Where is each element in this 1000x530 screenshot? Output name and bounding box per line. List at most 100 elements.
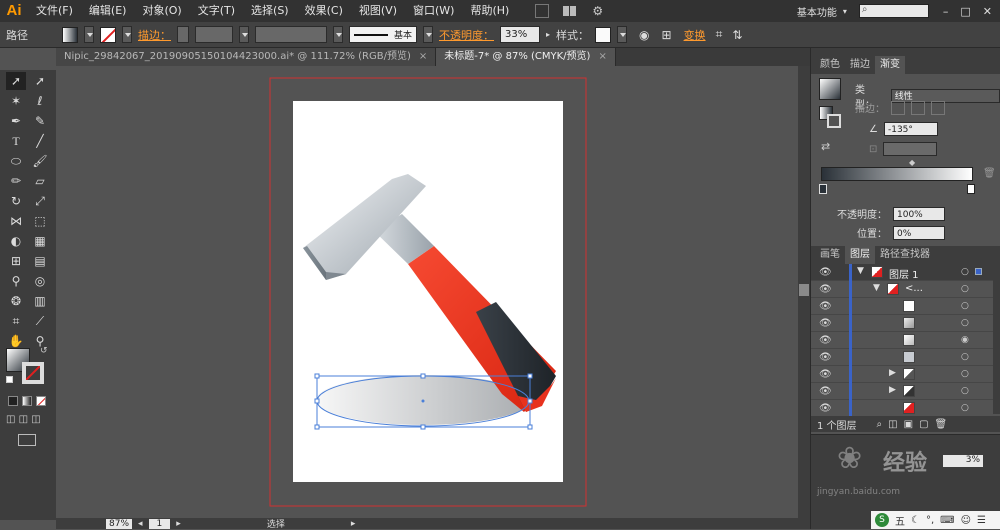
paintbrush-tool[interactable]: 🖌︎ [30, 152, 50, 170]
style-swatch[interactable] [595, 26, 612, 43]
gradient-opacity-field[interactable]: 100% [893, 206, 945, 221]
zoom-field[interactable]: 87% [106, 518, 133, 529]
opacity-arrow-icon[interactable]: ▸ [546, 30, 550, 39]
menu-select[interactable]: 选择(S) [243, 0, 297, 22]
group-row[interactable]: 👁︎ ▼ <... ○ [811, 281, 993, 298]
item-target-icon[interactable]: ○ [961, 318, 969, 328]
column-graph-tool[interactable]: ▥ [30, 292, 50, 310]
close-icon[interactable]: × [419, 51, 427, 62]
tab-brushes[interactable]: 画笔 [815, 246, 845, 264]
menu-edit[interactable]: 编辑(E) [81, 0, 135, 22]
none-mode-button[interactable] [36, 396, 46, 406]
vertical-scrollbar[interactable] [798, 66, 810, 518]
stroke-dropdown[interactable] [122, 26, 132, 43]
page-next-icon[interactable]: ▸ [176, 519, 181, 529]
transparency-opacity-field[interactable]: 3% [943, 455, 983, 467]
visibility-eye-icon[interactable]: 👁︎ [819, 386, 832, 397]
menu-object[interactable]: 对象(O) [134, 0, 189, 22]
eraser-tool[interactable]: ▱ [30, 172, 50, 190]
visibility-eye-icon[interactable]: 👁︎ [819, 301, 832, 312]
item-target-icon[interactable]: ○ [961, 301, 969, 311]
delete-stop-icon[interactable]: 🗑︎ [983, 168, 996, 179]
stroke-weight-dropdown[interactable] [239, 26, 249, 43]
perspective-grid-tool[interactable]: ▦ [30, 232, 50, 250]
gradient-tool[interactable]: ▤ [30, 252, 50, 270]
variable-width-profile[interactable] [255, 26, 327, 43]
brush-definition[interactable]: 基本 [349, 26, 417, 43]
opacity-field[interactable]: 33% [500, 26, 540, 43]
gradient-midpoint-icon[interactable]: ◆ [909, 158, 915, 167]
item-target-icon[interactable]: ○ [961, 352, 969, 362]
gradient-stop-right[interactable] [967, 184, 975, 194]
width-tool[interactable]: ⋈ [6, 212, 26, 230]
menu-view[interactable]: 视图(V) [351, 0, 405, 22]
make-clipping-mask-icon[interactable]: ◫ [888, 419, 897, 430]
screen-mode-button[interactable] [18, 434, 36, 446]
bridge-icon[interactable] [535, 4, 550, 18]
pencil-tool[interactable]: ✏ [6, 172, 26, 190]
free-transform-tool[interactable]: ⬚ [30, 212, 50, 230]
direct-selection-tool[interactable]: ➚ [30, 72, 50, 90]
stroke-weight-field[interactable] [195, 26, 233, 43]
menu-type[interactable]: 文字(T) [190, 0, 243, 22]
tray-menu-icon[interactable]: ☰ [977, 515, 986, 526]
visibility-eye-icon[interactable]: 👁︎ [819, 267, 832, 278]
layer-row-1[interactable]: 👁︎ ▼ 图层 1 ○ [811, 264, 993, 281]
item-target-icon[interactable]: ○ [961, 386, 969, 396]
close-icon[interactable]: × [598, 51, 606, 62]
expand-arrow-icon[interactable]: ▼ [857, 266, 864, 276]
layer-name[interactable]: 图层 1 [889, 266, 919, 281]
pen-tool[interactable]: ✒ [6, 112, 26, 130]
gradient-stop-left[interactable] [819, 184, 827, 194]
sublayer-row[interactable]: 👁︎ ▶ ○ [811, 366, 993, 383]
symbol-sprayer-tool[interactable]: ❂ [6, 292, 26, 310]
stroke-within-icon[interactable] [891, 100, 905, 115]
magic-wand-tool[interactable]: ✶ [6, 92, 26, 110]
canvas-area[interactable] [56, 66, 798, 518]
stroke-weight-stepper[interactable] [177, 26, 189, 43]
artboard-tool[interactable]: ⌗ [6, 312, 26, 330]
opacity-label[interactable]: 不透明度： [439, 27, 494, 43]
minimize-button[interactable]: – [943, 5, 949, 18]
ime-mode-label[interactable]: 五 [895, 513, 905, 528]
group-name[interactable]: <... [905, 283, 923, 294]
workspace-switcher[interactable]: 基本功能 [797, 4, 837, 19]
status-menu-icon[interactable]: ▸ [351, 519, 356, 529]
maximize-button[interactable]: □ [960, 5, 970, 18]
gradient-mode-button[interactable] [22, 396, 32, 406]
gradient-stroke-swatch[interactable] [827, 114, 841, 128]
color-mode-button[interactable] [8, 396, 18, 406]
tab-nipic-document[interactable]: Nipic_29842067_20190905150104423000.ai* … [56, 48, 437, 66]
item-target-icon[interactable]: ○ [961, 369, 969, 379]
brush-dropdown[interactable] [423, 26, 433, 43]
style-dropdown[interactable] [617, 26, 628, 43]
sublayer-row[interactable]: 👁︎ ◉ [811, 332, 993, 349]
search-help-field[interactable]: ⌕ [858, 4, 929, 18]
visibility-eye-icon[interactable]: 👁︎ [819, 318, 832, 329]
align-to-selection-icon[interactable]: ⊞ [662, 28, 672, 42]
tab-pathfinder[interactable]: 路径查找器 [875, 246, 935, 264]
stroke-across-icon[interactable] [931, 100, 945, 115]
default-colors-icon[interactable] [6, 376, 13, 383]
lasso-tool[interactable]: ℓ [30, 92, 50, 110]
gradient-aspect-field[interactable] [883, 142, 938, 156]
locate-object-icon[interactable]: ⌕ [877, 419, 883, 430]
isolate-object-icon[interactable]: ⌗ [716, 27, 723, 42]
sublayer-row[interactable]: 👁︎ ○ [811, 298, 993, 315]
tab-layers[interactable]: 图层 [845, 246, 875, 264]
expand-arrow-icon[interactable]: ▼ [873, 283, 880, 293]
close-button[interactable]: ✕ [983, 5, 992, 18]
shape-builder-tool[interactable]: ◐ [6, 232, 26, 250]
tab-untitled-7[interactable]: 未标题-7* @ 87% (CMYK/预览) × [436, 48, 616, 66]
item-target-icon[interactable]: ○ [961, 403, 969, 413]
menu-help[interactable]: 帮助(H) [462, 0, 517, 22]
new-layer-icon[interactable]: ▢ [919, 419, 928, 430]
delete-layer-icon[interactable]: 🗑︎ [935, 419, 948, 430]
gpu-performance-icon[interactable]: ⚙ [592, 4, 603, 18]
sublayer-row[interactable]: 👁︎ ○ [811, 400, 993, 417]
arrange-documents-icon[interactable] [563, 6, 577, 16]
tab-gradient[interactable]: 渐变 [875, 56, 905, 74]
stroke-along-icon[interactable] [911, 100, 925, 115]
scroll-thumb[interactable] [799, 284, 809, 296]
menu-effect[interactable]: 效果(C) [297, 0, 351, 22]
